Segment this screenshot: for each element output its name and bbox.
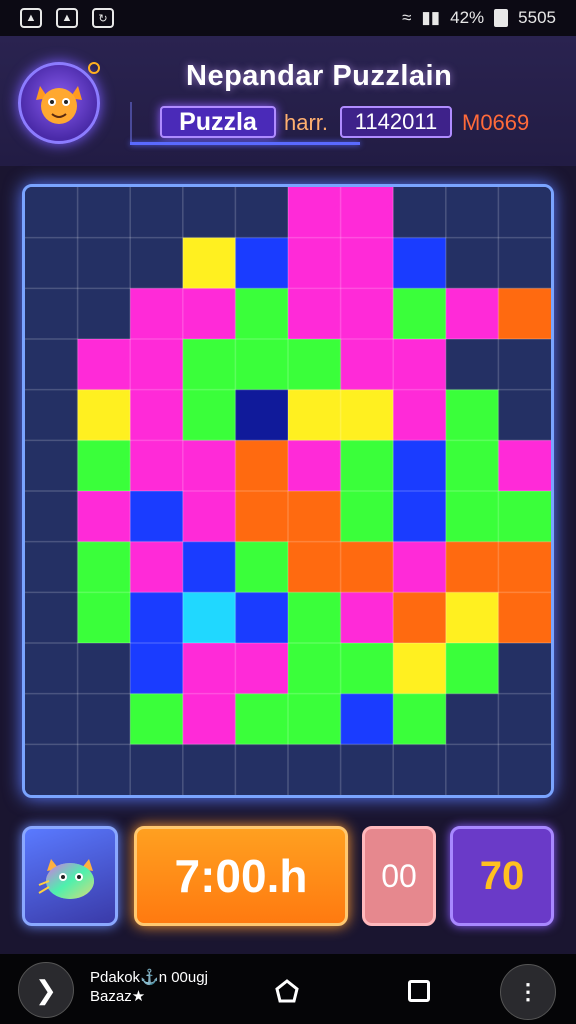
image-icon: ▲ xyxy=(56,8,78,28)
empty-slot[interactable] xyxy=(77,693,131,745)
empty-slot[interactable] xyxy=(393,744,447,795)
moves-button[interactable]: 70 xyxy=(450,826,554,926)
score-badge: 1142011 xyxy=(340,106,452,138)
game-title: Nepandar Puzzlain xyxy=(186,60,453,92)
system-nav-bar: ❯ Pdakok⚓n 00ugj Bazaz★ ⋮ xyxy=(0,954,576,1024)
menu-icon[interactable]: ⋮ xyxy=(500,964,556,1020)
empty-slot[interactable] xyxy=(25,389,79,441)
clock: 5505 xyxy=(518,8,556,27)
recent-apps-icon[interactable] xyxy=(408,980,430,1002)
mode-badge[interactable]: Puzzla xyxy=(160,106,276,138)
empty-slot[interactable] xyxy=(77,744,131,795)
empty-slot[interactable] xyxy=(445,744,499,795)
empty-slot[interactable] xyxy=(235,744,289,795)
cat-icon xyxy=(36,86,82,124)
player-avatar[interactable] xyxy=(18,62,100,144)
nav-text: Pdakok⚓n 00ugj Bazaz★ xyxy=(90,968,208,1006)
empty-slot[interactable] xyxy=(498,237,551,289)
battery-percent: 42% xyxy=(450,8,485,27)
nav-text-line2: Bazaz★ xyxy=(90,988,146,1005)
empty-slot[interactable] xyxy=(25,491,79,543)
progress-line xyxy=(130,142,360,145)
signal-icon: ▮▮ xyxy=(421,8,441,27)
home-icon[interactable] xyxy=(274,978,300,1004)
empty-slot[interactable] xyxy=(498,339,551,391)
empty-slot[interactable] xyxy=(77,187,131,239)
empty-slot[interactable] xyxy=(77,288,131,340)
empty-slot[interactable] xyxy=(25,643,79,695)
back-icon[interactable]: ❯ xyxy=(18,962,74,1018)
empty-slot[interactable] xyxy=(77,237,131,289)
control-bar: 7:00.h 00 70 xyxy=(0,810,576,950)
empty-slot[interactable] xyxy=(25,339,79,391)
game-header: Nepandar Puzzlain Puzzla harr. 1142011 M… xyxy=(0,36,576,166)
empty-slot[interactable] xyxy=(498,744,551,795)
empty-slot[interactable] xyxy=(130,187,184,239)
empty-slot[interactable] xyxy=(340,744,394,795)
empty-slot[interactable] xyxy=(25,288,79,340)
empty-slot[interactable] xyxy=(25,187,79,239)
empty-slot[interactable] xyxy=(25,541,79,593)
empty-slot[interactable] xyxy=(25,440,79,492)
notification-dot xyxy=(88,62,100,74)
character-button[interactable] xyxy=(22,826,118,926)
empty-slot[interactable] xyxy=(182,744,236,795)
empty-slot[interactable] xyxy=(25,237,79,289)
sync-icon: ↻ xyxy=(92,8,114,28)
empty-slot[interactable] xyxy=(445,187,499,239)
empty-slot[interactable] xyxy=(498,389,551,441)
empty-slot[interactable] xyxy=(25,592,79,644)
puzzle-board[interactable] xyxy=(22,184,554,798)
empty-slot[interactable] xyxy=(130,744,184,795)
empty-slot[interactable] xyxy=(235,187,289,239)
nav-text-line1: Pdakok⚓n 00ugj xyxy=(90,969,208,986)
empty-slot[interactable] xyxy=(288,744,342,795)
empty-slot[interactable] xyxy=(498,187,551,239)
battery-icon xyxy=(494,9,509,27)
puzzle-grid[interactable] xyxy=(25,187,551,795)
image-icon: ▲ xyxy=(20,8,42,28)
empty-slot[interactable] xyxy=(182,187,236,239)
creature-icon xyxy=(38,859,94,899)
divider xyxy=(130,102,132,144)
empty-slot[interactable] xyxy=(77,643,131,695)
empty-slot[interactable] xyxy=(445,237,499,289)
empty-slot[interactable] xyxy=(498,643,551,695)
empty-slot[interactable] xyxy=(445,693,499,745)
empty-slot[interactable] xyxy=(393,187,447,239)
empty-slot[interactable] xyxy=(130,237,184,289)
mode-label: harr. xyxy=(284,110,329,135)
wifi-icon: ≈ xyxy=(402,8,412,27)
empty-slot[interactable] xyxy=(25,693,79,745)
empty-slot[interactable] xyxy=(445,339,499,391)
status-bar: ▲ ▲ ↻ ≈ ▮▮ 42% 5505 xyxy=(0,0,576,36)
extra-label: M0669 xyxy=(462,110,530,135)
empty-slot[interactable] xyxy=(25,744,79,795)
timer-display: 7:00.h xyxy=(134,826,348,926)
counter-button[interactable]: 00 xyxy=(362,826,436,926)
empty-slot[interactable] xyxy=(498,693,551,745)
